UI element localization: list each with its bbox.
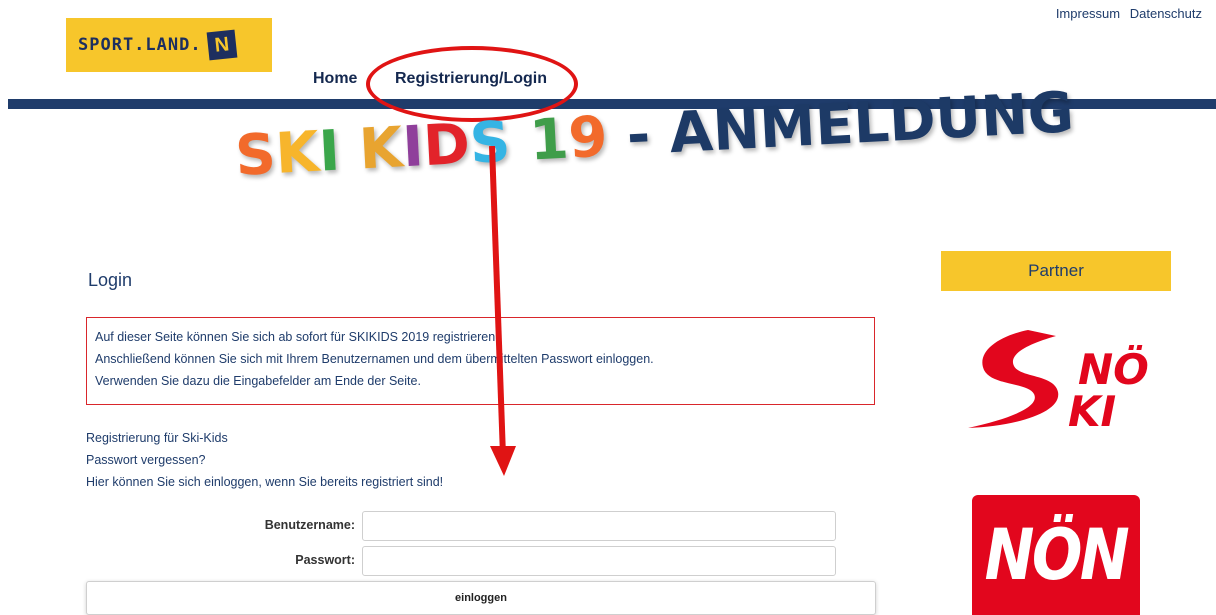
password-label: Passwort:	[295, 553, 355, 567]
banner-suffix: - ANMELDUNG	[605, 80, 1076, 170]
login-links: Registrierung für Ski-Kids Passwort verg…	[86, 427, 443, 493]
banner-letter: 1	[527, 106, 571, 174]
datenschutz-link[interactable]: Datenschutz	[1130, 6, 1202, 21]
password-input[interactable]	[362, 546, 836, 576]
banner-letter: S	[233, 121, 278, 189]
username-input[interactable]	[362, 511, 836, 541]
banner-letter: 9	[566, 104, 610, 172]
banner-letters: SKI KIDS 19	[234, 105, 610, 189]
top-links: Impressum Datenschutz	[1050, 6, 1202, 21]
logo-badge-letter: N	[213, 32, 230, 57]
forgot-password-link[interactable]: Passwort vergessen?	[86, 449, 443, 471]
noe-ski-swoosh-icon: NÖ KI	[968, 330, 1149, 436]
logo-n-badge-icon: N	[206, 29, 237, 61]
noen-logo[interactable]: NÖN	[972, 495, 1140, 615]
banner-letter: K	[273, 119, 321, 187]
info-notice-box: Auf dieser Seite können Sie sich ab sofo…	[86, 317, 875, 405]
notice-line-2: Anschließend können Sie sich mit Ihrem B…	[95, 352, 654, 366]
noe-ski-logo[interactable]: NÖ KI	[958, 322, 1149, 436]
login-button[interactable]: einloggen	[86, 581, 876, 615]
noe-ski-text-2: KI	[1068, 387, 1116, 432]
nav-home[interactable]: Home	[313, 70, 357, 88]
banner-letter: D	[421, 111, 472, 180]
noen-logo-text: NÖN	[984, 514, 1130, 596]
register-link[interactable]: Registrierung für Ski-Kids	[86, 427, 443, 449]
notice-line-1: Auf dieser Seite können Sie sich ab sofo…	[95, 330, 499, 344]
impressum-link[interactable]: Impressum	[1056, 6, 1120, 21]
username-label: Benutzername:	[264, 518, 355, 532]
page-title: Login	[88, 270, 133, 290]
banner-letter: K	[357, 115, 405, 183]
sportland-logo[interactable]: SPORT.LAND. N	[66, 18, 272, 72]
login-hint-text: Hier können Sie sich einloggen, wenn Sie…	[86, 475, 444, 489]
banner-letter: S	[468, 109, 512, 177]
logo-text: SPORT.LAND.	[78, 35, 202, 55]
notice-line-3: Verwenden Sie dazu die Eingabefelder am …	[95, 374, 421, 388]
partner-heading: Partner	[941, 251, 1171, 291]
